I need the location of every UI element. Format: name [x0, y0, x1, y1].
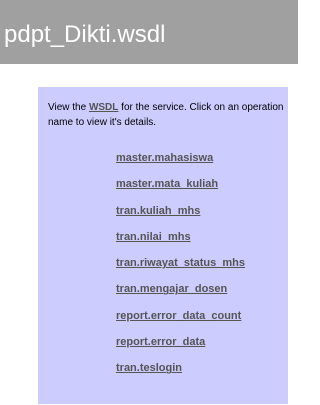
operation-link-tran-mengajar-dosen[interactable]: tran.mengajar_dosen [116, 283, 227, 295]
list-item: tran.nilai_mhs [116, 227, 245, 253]
list-item: report.error_data [116, 332, 245, 358]
list-item: report.error_data_count [116, 306, 245, 332]
intro-text: View the WSDL for the service. Click on … [48, 100, 284, 130]
intro-text-before: View the [48, 102, 89, 113]
operation-link-tran-riwayat-status-mhs[interactable]: tran.riwayat_status_mhs [116, 257, 245, 269]
page-title: pdpt_Dikti.wsdl [4, 21, 166, 48]
wsdl-link[interactable]: WSDL [89, 102, 118, 113]
list-item: tran.riwayat_status_mhs [116, 253, 245, 279]
title-bar: pdpt_Dikti.wsdl [0, 0, 298, 64]
operation-list: master.mahasiswa master.mata_kuliah tran… [116, 148, 245, 385]
operation-link-report-error-data[interactable]: report.error_data [116, 336, 205, 348]
info-panel: View the WSDL for the service. Click on … [38, 87, 288, 404]
operation-link-report-error-data-count[interactable]: report.error_data_count [116, 310, 241, 322]
operation-link-tran-teslogin[interactable]: tran.teslogin [116, 362, 182, 374]
list-item: tran.teslogin [116, 358, 245, 384]
list-item: master.mahasiswa [116, 148, 245, 174]
list-item: master.mata_kuliah [116, 174, 245, 200]
operation-link-tran-nilai-mhs[interactable]: tran.nilai_mhs [116, 231, 191, 243]
operation-link-master-mata-kuliah[interactable]: master.mata_kuliah [116, 178, 218, 190]
operation-link-master-mahasiswa[interactable]: master.mahasiswa [116, 152, 213, 164]
list-item: tran.mengajar_dosen [116, 279, 245, 305]
operation-link-tran-kuliah-mhs[interactable]: tran.kuliah_mhs [116, 205, 200, 217]
list-item: tran.kuliah_mhs [116, 201, 245, 227]
